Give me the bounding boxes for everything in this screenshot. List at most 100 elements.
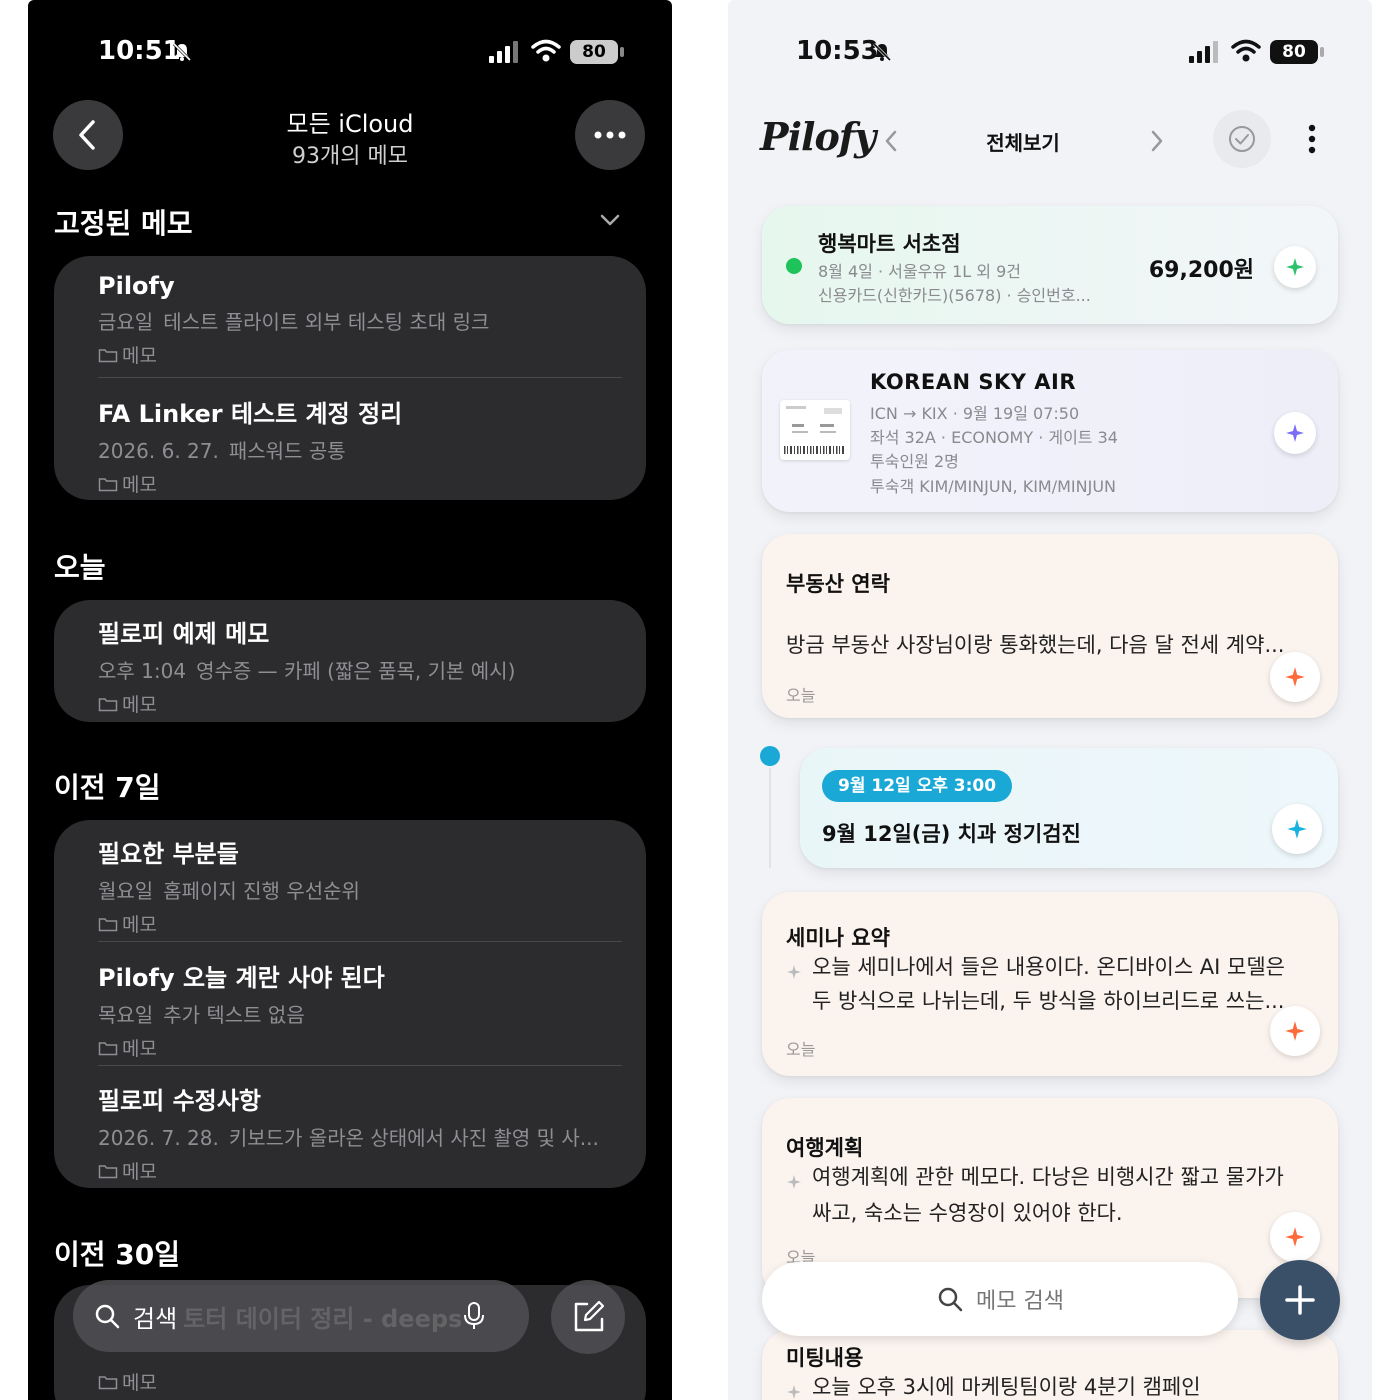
more-vertical-icon[interactable] [1288, 110, 1336, 168]
battery-indicator: 80 [570, 40, 618, 64]
note-preview: 오후 1:04 영수증 — 카페 (짧은 품목, 기본 예시) [98, 655, 618, 684]
folder-name: 메모 [122, 1038, 157, 1060]
ai-summary-icon [787, 1385, 801, 1399]
ai-button[interactable] [1270, 652, 1320, 702]
bell-slash-icon [872, 42, 892, 62]
ai-button[interactable] [1270, 1006, 1320, 1056]
ai-button[interactable] [1272, 804, 1322, 854]
note-count: 93개의 메모 [292, 144, 408, 169]
chevron-left-icon [79, 120, 95, 150]
ai-button[interactable] [1274, 246, 1316, 288]
note-body-line: 여행계획에 관한 메모다. 다낭은 비행시간 짧고 물가가 [812, 1165, 1284, 1189]
note-title: 필요한 부분들 [98, 840, 239, 868]
receipt-amount: 69,200원 [1148, 258, 1254, 283]
today-notes-group: 필로피 예제 메모 오후 1:04 영수증 — 카페 (짧은 품목, 기본 예시)… [54, 600, 646, 722]
apple-notes-screen: 10:51 80 모든 iCloud 93개의 메모 고정된 메모 Pilofy… [28, 0, 672, 1400]
note-item[interactable]: 필로피 수정사항 2026. 7. 28. 키보드가 올라온 상태에서 사진 촬영… [98, 1081, 618, 1184]
folder-title: 모든 iCloud [286, 110, 414, 138]
ticket-icon [784, 406, 844, 454]
note-item[interactable]: Pilofy 금요일 테스트 플라이트 외부 테스팅 초대 링크 메모 [98, 272, 618, 368]
plus-icon [1285, 1285, 1315, 1315]
ai-summary-icon [787, 1175, 801, 1189]
section-today: 오늘 [54, 551, 106, 584]
ai-button[interactable] [1270, 1212, 1320, 1262]
check-circle-icon [1229, 126, 1255, 152]
receipt-card[interactable]: 행복마트 서초점 8월 4일 · 서울우유 1L 외 9건 신용카드(신한카드)… [762, 206, 1338, 324]
prev-7-days-group: 필요한 부분들 월요일 홈페이지 진행 우선순위 메모 Pilofy 오늘 계란 … [54, 820, 646, 1188]
more-button[interactable] [575, 100, 645, 170]
note-card[interactable]: 부동산 연락 방금 부동산 사장님이랑 통화했는데, 다음 달 전세 계약...… [762, 534, 1338, 718]
microphone-icon[interactable] [463, 1301, 485, 1331]
sparkle-icon [1287, 819, 1307, 839]
note-folder: 메모 [98, 1157, 618, 1184]
note-date: 오늘 [786, 1040, 816, 1059]
memo-search-bar[interactable]: 메모 검색 [762, 1262, 1238, 1336]
section-prev-7-days: 이전 7일 [54, 771, 161, 804]
note-preview: 금요일 테스트 플라이트 외부 테스팅 초대 링크 [98, 306, 618, 335]
note-preview-text: 테스트 플라이트 외부 테스팅 초대 링크 [163, 310, 490, 334]
note-card[interactable]: 미팅내용 오늘 오후 3시에 마케팅팀이랑 4분기 캠페인 [762, 1330, 1338, 1400]
note-item[interactable]: 필로피 예제 메모 오후 1:04 영수증 — 카페 (짧은 품목, 기본 예시)… [98, 614, 618, 717]
sparkle-icon [1285, 667, 1305, 687]
receipt-status-dot [786, 258, 802, 274]
event-card[interactable]: 9월 12일 오후 3:00 9월 12일(금) 치과 정기검진 [800, 748, 1338, 868]
back-button[interactable] [53, 100, 123, 170]
view-filter-label[interactable]: 전체보기 [958, 127, 1088, 156]
chevron-right-icon[interactable] [1146, 126, 1168, 156]
ai-button[interactable] [1274, 412, 1316, 454]
receipt-store: 행복마트 서초점 [818, 232, 961, 256]
bell-slash-icon [172, 42, 192, 62]
cellular-signal-icon [489, 41, 518, 63]
folder-icon [98, 1375, 118, 1389]
boarding-pass-card[interactable]: KOREAN SKY AIR ICN → KIX · 9월 19일 07:50 … [762, 350, 1338, 512]
note-card[interactable]: 세미나 요약 오늘 세미나에서 들은 내용이다. 온디바이스 AI 모델은 두 … [762, 892, 1338, 1076]
note-body-line: 두 방식으로 나뉘는데, 두 방식을 하이브리드로 쓰는... [812, 989, 1285, 1013]
search-icon [938, 1287, 963, 1312]
folder-name: 메모 [122, 694, 157, 716]
compose-button[interactable] [551, 1280, 625, 1354]
section-pinned: 고정된 메모 [54, 207, 193, 240]
timeline-line [769, 768, 771, 868]
note-date: 2026. 7. 28. [98, 1126, 219, 1150]
battery-indicator: 80 [1270, 40, 1318, 64]
note-title: 여행계획 [786, 1136, 864, 1160]
ellipsis-icon [594, 131, 626, 139]
flight-guests: 투숙인원 2명 [870, 452, 959, 471]
note-folder: 메모 [98, 1034, 618, 1061]
note-title: Pilofy 오늘 계란 사야 된다 [98, 964, 385, 992]
battery-tip [1320, 47, 1324, 57]
add-memo-button[interactable] [1260, 1260, 1340, 1340]
note-item[interactable]: 필요한 부분들 월요일 홈페이지 진행 우선순위 메모 [98, 834, 618, 937]
note-body: 방금 부동산 사장님이랑 통화했는데, 다음 달 전세 계약... [786, 633, 1285, 657]
divider [98, 1065, 622, 1066]
note-preview-text: 패스워드 공통 [228, 439, 346, 463]
note-title: 필로피 수정사항 [98, 1087, 261, 1115]
folder-icon [98, 477, 118, 491]
note-preview: 월요일 홈페이지 진행 우선순위 [98, 875, 618, 904]
event-title: 9월 12일(금) 치과 정기검진 [822, 822, 1081, 846]
note-date: 2026. 6. 27. [98, 439, 219, 463]
search-placeholder: 검색 [133, 1304, 178, 1333]
sparkle-icon [1286, 424, 1304, 442]
sparkle-icon [1285, 1227, 1305, 1247]
folder-name: 메모 [122, 914, 157, 936]
chevron-left-icon[interactable] [880, 126, 902, 156]
chevron-down-icon[interactable] [598, 210, 622, 230]
note-item[interactable]: FA Linker 테스트 계정 정리 2026. 6. 27. 패스워드 공통 … [98, 394, 618, 497]
note-folder: 메모 [98, 910, 618, 937]
flight-seat: 좌석 32A · ECONOMY · 게이트 34 [870, 428, 1118, 447]
folder-name: 메모 [122, 1372, 157, 1394]
note-title: Pilofy [98, 272, 175, 300]
note-folder: 메모 [98, 470, 618, 497]
flight-route: ICN → KIX · 9월 19일 07:50 [870, 404, 1080, 423]
note-folder: 메모 [98, 341, 618, 368]
select-mode-button[interactable] [1213, 110, 1271, 168]
sparkle-icon [1285, 1021, 1305, 1041]
note-item[interactable]: Pilofy 오늘 계란 사야 된다 목요일 추가 텍스트 없음 메모 [98, 958, 618, 1061]
note-date: 목요일 [98, 1003, 154, 1027]
pilofy-screen: 10:53 80 Pilofy 전체보기 행복마트 서초점 8월 4일 · 서울… [728, 0, 1372, 1400]
note-preview: 2026. 7. 28. 키보드가 올라온 상태에서 사진 촬영 및 사... [98, 1122, 618, 1151]
search-bar[interactable]: 검색 토터 데이터 정리 - deepseek [73, 1280, 529, 1352]
note-preview-text: 영수증 — 카페 (짧은 품목, 기본 예시) [196, 659, 516, 683]
note-date: 금요일 [98, 310, 154, 334]
